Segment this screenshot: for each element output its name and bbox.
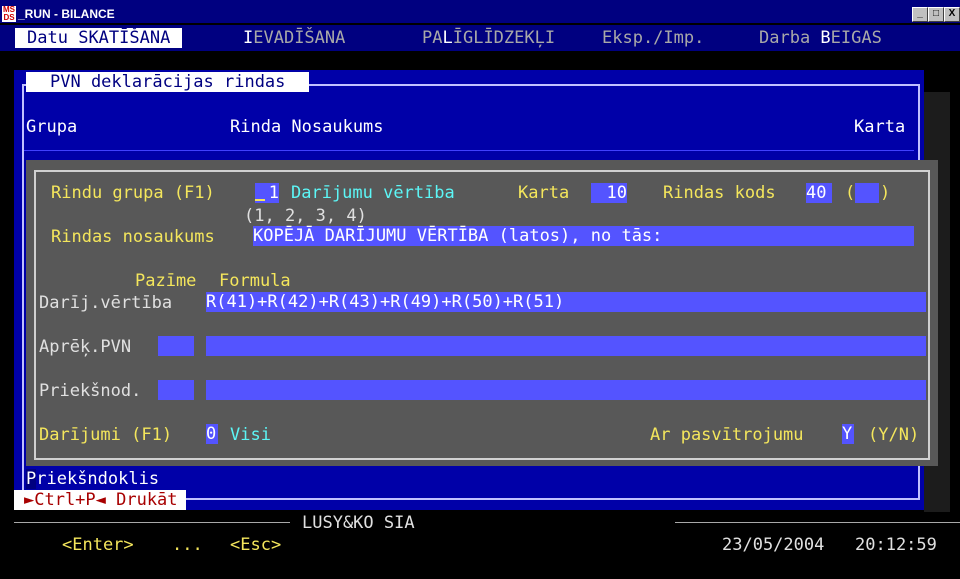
row-code-label: Rindas kods (663, 183, 776, 203)
paren-close: ) (880, 183, 891, 203)
company-name: LUSY&KO SIA (302, 513, 415, 533)
app-icon[interactable]: MS DS (2, 6, 16, 22)
menu-label: Eksp./Imp. (602, 28, 705, 48)
window-titlebar[interactable] (0, 0, 960, 23)
menu-hotkey: L (442, 28, 453, 48)
menu-eksp-imp[interactable]: Eksp./Imp. (602, 28, 704, 48)
group-value: 1 (268, 183, 279, 203)
deal-value-label: Darīj.vērtība (39, 293, 173, 313)
paren-open: ( (845, 183, 856, 203)
close-button[interactable]: X (944, 7, 960, 22)
group-options-hint: (1, 2, 3, 4) (244, 206, 367, 226)
esc-hint[interactable]: <Esc> (230, 535, 281, 555)
menu-label: KATĪŠANA (88, 28, 171, 48)
prefix-label-first: P (26, 469, 37, 489)
footer-divider-right (675, 522, 960, 523)
prefix-label-rest: riekšndoklis (36, 469, 160, 489)
menu-paligldzekli[interactable]: PALĪGLĪDZEKĻI (422, 28, 555, 48)
karta-label: Karta (518, 183, 570, 203)
time-display: 20:12:59 (855, 535, 937, 555)
panel-title: PVN deklarācijas rindas (26, 72, 310, 92)
formula-column-header: Formula (219, 271, 291, 291)
column-header-divider (24, 150, 914, 151)
row-code-input[interactable]: 40 (806, 183, 832, 203)
window-title: _RUN - BILANCE (18, 7, 115, 21)
calc-vat-sign-input[interactable] (158, 336, 194, 356)
deal-value-formula-input[interactable]: R(41)+R(42)+R(43)+R(49)+R(50)+R(51) (206, 292, 926, 312)
row-code-suffix-input[interactable] (855, 183, 879, 203)
deals-label: Darījumi (F1) (39, 425, 173, 445)
text-cursor (255, 199, 265, 201)
deals-input[interactable]: 0 (206, 424, 218, 444)
deals-name: Visi (230, 425, 271, 445)
calc-vat-label: Aprēķ.PVN (39, 337, 132, 357)
print-shortcut-button[interactable]: ►Ctrl+P◄ Drukāt (14, 490, 186, 510)
menu-hotkey: B (820, 28, 831, 48)
ellipsis: ... (172, 535, 203, 555)
menu-label: EIGAS (830, 28, 882, 48)
prefix-label: Priekšndoklis (26, 469, 159, 489)
enter-hint[interactable]: <Enter> (62, 535, 134, 555)
column-header-row-name: Rinda Nosaukums (230, 117, 384, 137)
menu-darba-beigas[interactable]: Darba BEIGAS (759, 28, 882, 48)
footer-divider-left (14, 522, 290, 523)
karta-input[interactable]: 10 (591, 183, 627, 203)
menu-label: EVADĪŠANA (253, 28, 346, 48)
column-header-karta: Karta (854, 117, 906, 137)
underline-input[interactable]: Y (842, 424, 854, 444)
column-header-group: Grupa (26, 117, 78, 137)
prepaid-label: Priekšnod. (39, 381, 142, 401)
menu-hotkey: I (243, 28, 254, 48)
group-label: Rindu grupa (F1) (51, 183, 215, 203)
menu-label: Darba (759, 28, 821, 48)
menu-label: Datu (27, 28, 79, 48)
edit-dialog-border (34, 170, 930, 460)
menu-hotkey: S (78, 28, 89, 48)
underline-hint: (Y/N) (868, 425, 920, 445)
sign-column-header: Pazīme (135, 271, 197, 291)
group-name: Darījumu vērtība (291, 183, 455, 203)
prepaid-formula-input[interactable] (206, 380, 926, 400)
date-display: 23/05/2004 (722, 535, 825, 555)
underline-label: Ar pasvītrojumu (650, 425, 804, 445)
menu-label: PA (422, 28, 443, 48)
menu-ievadisana[interactable]: IEVADĪŠANA (243, 28, 345, 48)
minimize-button[interactable]: _ (912, 7, 928, 22)
menu-label: ĪGLĪDZEKĻI (452, 28, 556, 48)
row-name-input[interactable]: KOPĒJĀ DARĪJUMU VĒRTĪBA (latos), no tās: (253, 226, 914, 246)
menu-datu-skatisana[interactable]: Datu SKATĪŠANA (15, 28, 183, 48)
row-name-label: Rindas nosaukums (51, 227, 215, 247)
calc-vat-formula-input[interactable] (206, 336, 926, 356)
maximize-button[interactable]: □ (928, 7, 944, 22)
prepaid-sign-input[interactable] (158, 380, 194, 400)
